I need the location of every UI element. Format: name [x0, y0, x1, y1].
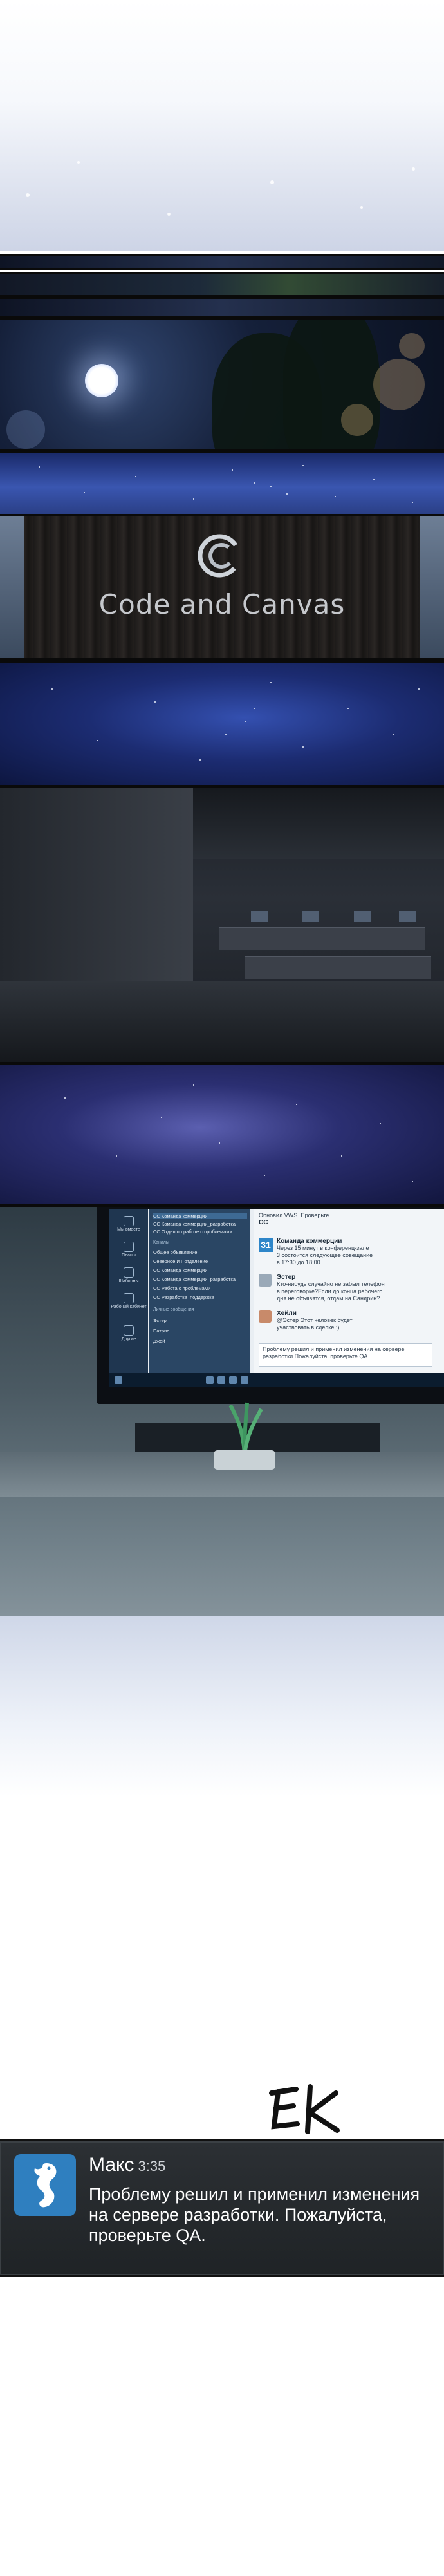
message-composer[interactable]: Проблему решил и применил изменения на с…: [259, 1343, 432, 1367]
chat-icon: [124, 1293, 134, 1303]
chat-top-message: Обновил VWS. Проверьте CC: [259, 1212, 329, 1226]
channel-item[interactable]: CC Работа с проблемами: [153, 1285, 247, 1291]
notification-time: 3:35: [138, 2158, 166, 2174]
channel-item[interactable]: Северное ИТ отделение: [153, 1258, 247, 1264]
starry-sky-panel: [0, 660, 444, 788]
avatar: [259, 1310, 272, 1323]
bell-icon: [124, 1216, 134, 1226]
chat-message: Эстер Кто-нибудь случайно не забыл телеф…: [259, 1274, 440, 1306]
moon: [85, 364, 118, 397]
chat-pane: Обновил VWS. Проверьте CC 31 Команда ком…: [254, 1209, 444, 1387]
panel-strip: [0, 297, 444, 317]
notification-message: Проблему решил и применил изменения на с…: [89, 2184, 420, 2245]
chat-message: Хейли @Эстер Этот человек будет участвов…: [259, 1310, 440, 1336]
logo-title: Code and Canvas: [98, 589, 346, 620]
messenger-rail: Мы вместе Планы Шаблоны Рабочий кабинет …: [109, 1209, 148, 1387]
channel-item[interactable]: CC Отдел по работе с проблемами: [153, 1229, 247, 1235]
logo-panel: Code and Canvas: [0, 514, 444, 661]
rail-item-plans[interactable]: Планы: [109, 1242, 148, 1258]
taskbar-app-icon[interactable]: [206, 1376, 214, 1384]
taskbar-app-icon[interactable]: [241, 1376, 248, 1384]
rail-item-together[interactable]: Мы вместе: [109, 1216, 148, 1232]
channel-item[interactable]: CC Команда коммерции_разработка: [153, 1276, 247, 1282]
calendar-icon: [124, 1242, 134, 1252]
more-icon: [124, 1325, 134, 1336]
dm-item[interactable]: Эстер: [153, 1318, 247, 1323]
plant-icon: [228, 1402, 263, 1454]
monitor-panel: Мы вместе Планы Шаблоны Рабочий кабинет …: [0, 1204, 444, 1619]
notification-banner[interactable]: Макс 3:35 Проблему решил и применил измен…: [0, 2139, 444, 2277]
dm-item[interactable]: Джой: [153, 1338, 247, 1344]
channel-list: CC Команда коммерции CC Команда коммерци…: [149, 1209, 250, 1387]
notification-sender: Макс: [89, 2154, 134, 2175]
taskbar-app-icon[interactable]: [229, 1376, 237, 1384]
snow-sky-panel: [0, 0, 444, 251]
direct-messages-header[interactable]: Личные сообщения: [153, 1307, 194, 1312]
rail-item-templates[interactable]: Шаблоны: [109, 1267, 148, 1283]
calendar-avatar-icon: 31: [259, 1238, 273, 1252]
taskbar: [109, 1373, 444, 1387]
messenger-window: Мы вместе Планы Шаблоны Рабочий кабинет …: [109, 1209, 444, 1387]
starry-sky-panel: [0, 1063, 444, 1206]
avatar: [259, 1274, 272, 1287]
channel-item[interactable]: CC Команда коммерции: [153, 1213, 247, 1219]
taskbar-app-icon[interactable]: [217, 1376, 225, 1384]
chat-message: 31 Команда коммерции Через 15 минут в ко…: [259, 1238, 440, 1270]
company-logo-icon: [198, 534, 241, 578]
seahorse-avatar-icon: [14, 2154, 76, 2216]
flag-icon: [124, 1267, 134, 1278]
panel-strip: [0, 272, 444, 297]
dm-item[interactable]: Патрис: [153, 1328, 247, 1334]
snow-panel: [0, 1616, 444, 1797]
office-interior-panel: [0, 786, 444, 1065]
rail-item-workspace[interactable]: Рабочий кабинет: [109, 1293, 148, 1309]
starry-sky-panel: [0, 451, 444, 517]
channel-item[interactable]: Общее объявление: [153, 1249, 247, 1255]
panel-strip: [0, 254, 444, 270]
channels-header[interactable]: Каналы: [153, 1240, 169, 1245]
start-icon[interactable]: [115, 1376, 122, 1384]
rail-item-other[interactable]: Другие: [109, 1325, 148, 1341]
plant-pot: [214, 1450, 275, 1470]
channel-item[interactable]: CC Разработка_поддержка: [153, 1294, 247, 1300]
sound-effect: [269, 2084, 340, 2134]
channel-item[interactable]: CC Команда коммерции: [153, 1267, 247, 1273]
channel-item[interactable]: CC Команда коммерции_разработка: [153, 1221, 247, 1227]
moon-night-panel: [0, 317, 444, 451]
